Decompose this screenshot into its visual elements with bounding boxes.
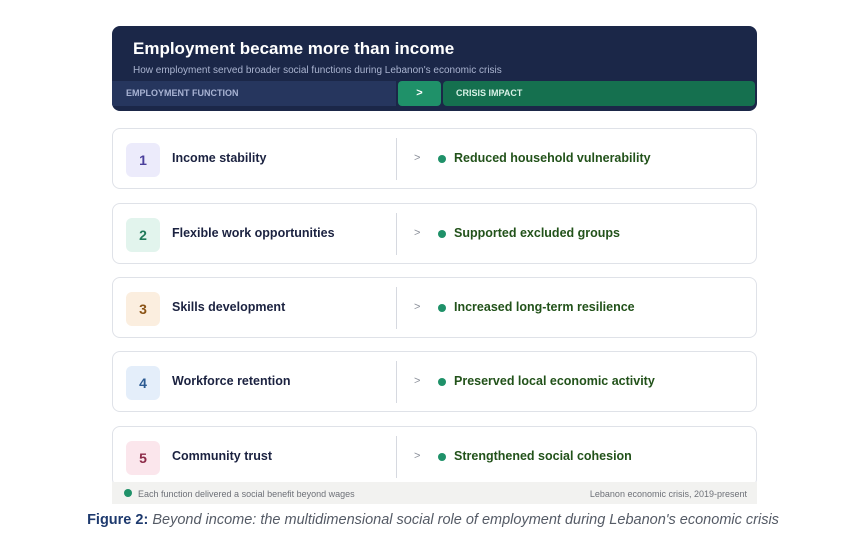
row-divider	[396, 213, 397, 255]
diagram-footer: Each function delivered a social benefit…	[112, 482, 757, 504]
chevron-right-icon: >	[414, 301, 421, 313]
impact-dot-icon	[438, 304, 446, 312]
figure-caption-label: Figure 2:	[87, 512, 149, 528]
row-number-badge: 2	[126, 218, 160, 252]
employment-function-label: Community trust	[172, 449, 272, 463]
row-number-badge: 3	[126, 292, 160, 326]
crisis-impact-label: Strengthened social cohesion	[454, 449, 632, 463]
function-row: 1 Income stability > Reduced household v…	[112, 128, 757, 189]
diagram-title: Employment became more than income	[133, 39, 455, 58]
row-number-badge: 4	[126, 366, 160, 400]
function-row: 3 Skills development > Increased long-te…	[112, 277, 757, 338]
impact-dot-icon	[438, 155, 446, 163]
column-header-crisis-impact: CRISIS IMPACT	[443, 81, 755, 106]
employment-function-label: Skills development	[172, 300, 286, 314]
figure-caption-text: Beyond income: the multidimensional soci…	[152, 512, 779, 528]
row-divider	[396, 287, 397, 329]
crisis-impact-label: Increased long-term resilience	[454, 300, 635, 314]
chevron-right-icon: >	[414, 227, 421, 239]
footer-source: Lebanon economic crisis, 2019-present	[589, 489, 747, 499]
column-header-employment-function: EMPLOYMENT FUNCTION	[112, 81, 396, 106]
diagram-subtitle: How employment served broader social fun…	[133, 65, 502, 76]
row-divider	[396, 361, 397, 403]
row-divider	[396, 436, 397, 478]
employment-function-label: Workforce retention	[172, 374, 291, 388]
column-header-arrow: >	[398, 81, 441, 106]
employment-function-label: Flexible work opportunities	[172, 226, 335, 240]
function-row: 5 Community trust > Strengthened social …	[112, 426, 757, 487]
chevron-right-icon: >	[414, 152, 421, 164]
crisis-impact-label: Supported excluded groups	[454, 226, 620, 240]
chevron-right-icon: >	[414, 375, 421, 387]
impact-dot-icon	[438, 230, 446, 238]
legend-dot-icon	[124, 489, 132, 497]
footer-note: Each function delivered a social benefit…	[138, 489, 355, 499]
crisis-impact-label: Preserved local economic activity	[454, 374, 655, 388]
function-row: 2 Flexible work opportunities > Supporte…	[112, 203, 757, 264]
employment-function-label: Income stability	[172, 151, 267, 165]
figure-caption: Figure 2: Beyond income: the multidimens…	[0, 512, 866, 528]
impact-dot-icon	[438, 378, 446, 386]
chevron-right-icon: >	[414, 450, 421, 462]
diagram-header: Employment became more than income How e…	[112, 26, 757, 111]
row-number-badge: 5	[126, 441, 160, 475]
function-row: 4 Workforce retention > Preserved local …	[112, 351, 757, 412]
row-number-badge: 1	[126, 143, 160, 177]
crisis-impact-label: Reduced household vulnerability	[454, 151, 651, 165]
impact-dot-icon	[438, 453, 446, 461]
row-divider	[396, 138, 397, 180]
